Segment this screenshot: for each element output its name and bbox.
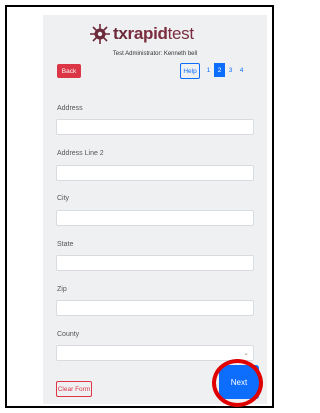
page-stepper: 1 2 3 4 [203,63,247,77]
page-2-button[interactable]: 2 [214,63,225,77]
highlight-circle [212,359,263,407]
logo-test: test [167,24,195,43]
page-4-button[interactable]: 4 [236,63,247,77]
address-line-2-label: Address Line 2 [57,150,104,157]
county-label: County [57,331,80,338]
back-button[interactable]: Back [57,64,81,78]
screenshot-frame: txrapidtest Test Administrator: Kenneth … [5,5,274,408]
chevron-down-icon: ⌄ [243,350,249,357]
state-label: State [57,241,74,248]
virus-icon [90,24,110,44]
logo-wordmark: txrapidtest [113,24,194,44]
page-3-button[interactable]: 3 [225,63,236,77]
zip-field[interactable] [56,300,254,316]
address-field[interactable] [56,119,254,135]
city-field[interactable] [56,210,254,226]
txrapidtest-logo: txrapidtest [89,21,194,47]
logo-rapid: rapid [127,24,168,43]
county-select[interactable]: ⌄ [56,345,254,361]
address-line-2-field[interactable] [56,165,254,181]
logo-tx: tx [113,24,128,43]
clear-form-button[interactable]: Clear Form [56,381,92,397]
city-label: City [57,195,70,202]
zip-label: Zip [57,286,67,293]
help-button[interactable]: Help [180,63,200,79]
form-panel: txrapidtest Test Administrator: Kenneth … [43,15,267,404]
state-field[interactable] [56,255,254,271]
address-label: Address [57,105,83,112]
test-administrator-text: Test Administrator: Kenneth bell [112,51,198,57]
page-1-button[interactable]: 1 [203,63,214,77]
